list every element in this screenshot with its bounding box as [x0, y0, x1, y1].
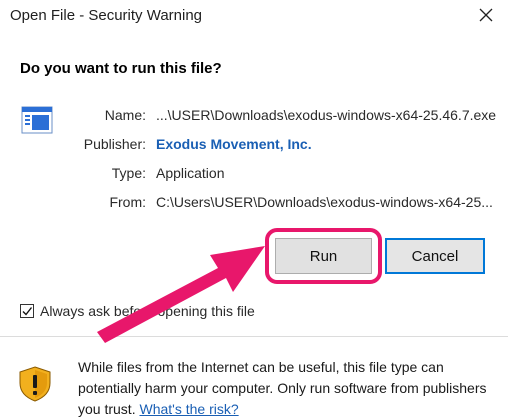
- prompt-question: Do you want to run this file?: [20, 60, 222, 77]
- warning-message: While files from the Internet can be use…: [78, 357, 498, 420]
- name-value: ...\USER\Downloads\exodus-windows-x64-25…: [156, 107, 497, 123]
- security-warning-dialog: Open File - Security Warning Do you want…: [0, 0, 508, 420]
- title-bar: Open File - Security Warning: [0, 0, 508, 34]
- publisher-label: Publisher:: [83, 136, 146, 152]
- always-ask-label: Always ask before opening this file: [40, 303, 255, 319]
- type-value: Application: [156, 165, 225, 181]
- run-button[interactable]: Run: [275, 238, 372, 274]
- type-label: Type:: [111, 165, 146, 181]
- always-ask-checkbox[interactable]: [20, 304, 34, 318]
- checkmark-icon: [22, 307, 33, 316]
- window-title: Open File - Security Warning: [10, 7, 203, 24]
- whats-the-risk-link[interactable]: What's the risk?: [139, 401, 238, 417]
- from-label: From:: [109, 194, 146, 210]
- publisher-link[interactable]: Exodus Movement, Inc.: [156, 136, 312, 152]
- from-value: C:\Users\USER\Downloads\exodus-windows-x…: [156, 194, 493, 210]
- close-icon[interactable]: [474, 3, 498, 27]
- always-ask-option[interactable]: Always ask before opening this file: [20, 302, 255, 320]
- shield-warning-icon: [18, 366, 52, 402]
- name-label: Name:: [104, 107, 146, 123]
- cancel-button[interactable]: Cancel: [385, 238, 485, 274]
